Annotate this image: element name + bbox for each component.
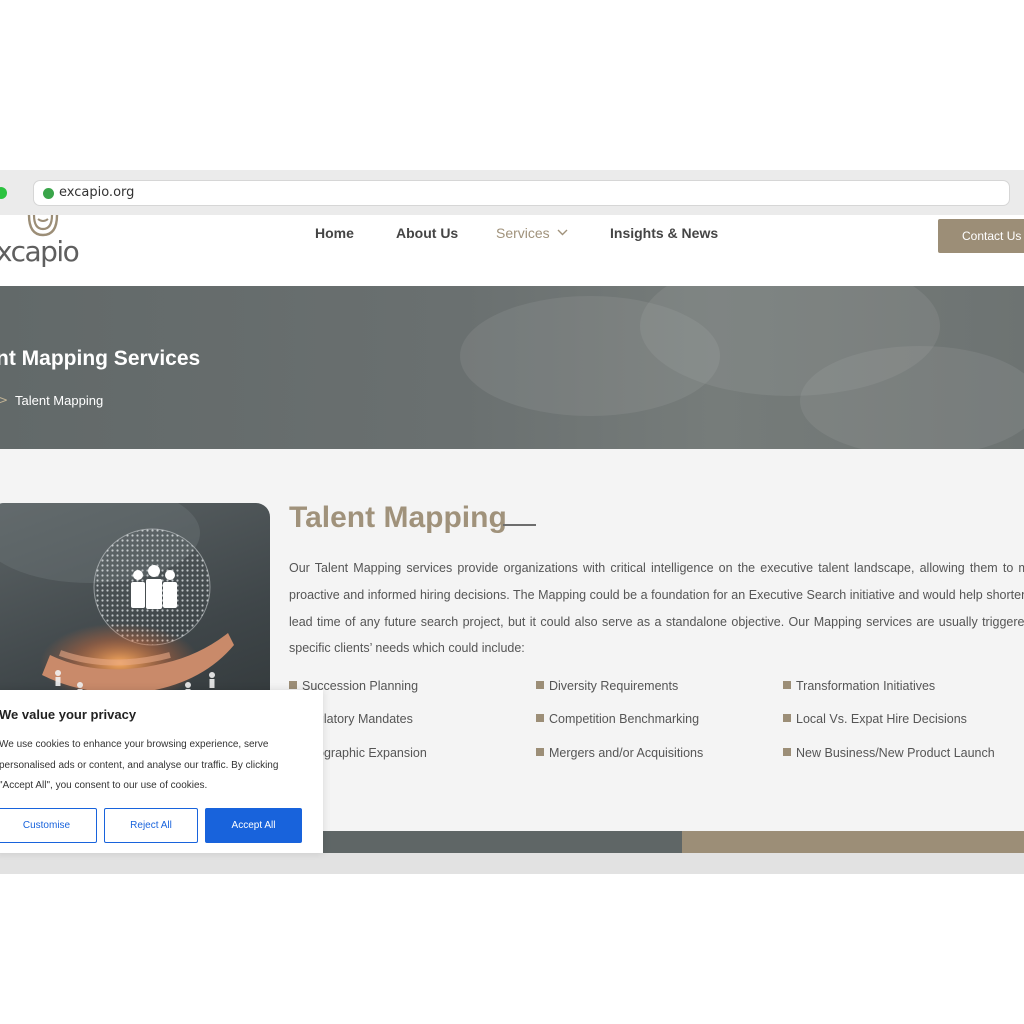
customise-button[interactable]: Customise <box>0 808 97 843</box>
main-nav: Home About Us Services Insights & News <box>0 225 1024 249</box>
cookie-consent-banner: We value your privacy We use cookies to … <box>0 690 323 853</box>
window-maximize-icon[interactable] <box>0 187 7 199</box>
browser-window: excapio.org xcapio Home About Us Service… <box>0 170 1024 874</box>
square-bullet-icon <box>536 748 544 756</box>
footer-band-gold <box>682 831 1024 853</box>
breadcrumb-separator-icon: > <box>0 393 9 407</box>
page-bottom-strip <box>0 853 1024 874</box>
square-bullet-icon <box>289 681 297 689</box>
square-bullet-icon <box>536 714 544 722</box>
square-bullet-icon <box>783 714 791 722</box>
page-hero: nt Mapping Services > Talent Mapping <box>0 286 1024 449</box>
cookie-description: We use cookies to enhance your browsing … <box>0 739 279 791</box>
nav-about-us[interactable]: About Us <box>396 225 458 241</box>
list-item: ographic Expansion <box>317 746 427 760</box>
reject-all-button[interactable]: Reject All <box>104 808 198 843</box>
intro-paragraph: Our Talent Mapping services provide orga… <box>289 561 1024 656</box>
list-item: Local Vs. Expat Hire Decisions <box>783 712 967 726</box>
contact-us-button[interactable]: Contact Us <box>938 219 1024 253</box>
address-url: excapio.org <box>59 185 135 200</box>
list-item: New Business/New Product Launch <box>783 746 995 760</box>
breadcrumb-current: Talent Mapping <box>15 393 104 408</box>
page-title: nt Mapping Services <box>0 347 201 370</box>
nav-services-label: Services <box>496 225 550 241</box>
list-item: Diversity Requirements <box>536 679 678 693</box>
square-bullet-icon <box>783 681 791 689</box>
square-bullet-icon <box>783 748 791 756</box>
address-bar[interactable]: excapio.org <box>33 180 1010 206</box>
chevron-down-icon <box>557 229 568 236</box>
accept-all-button[interactable]: Accept All <box>205 808 302 843</box>
secure-site-icon <box>43 188 54 199</box>
list-item: gulatory Mandates <box>310 712 413 726</box>
nav-insights-news[interactable]: Insights & News <box>610 225 718 241</box>
cookie-title: We value your privacy <box>0 707 137 722</box>
list-item: Competition Benchmarking <box>536 712 699 726</box>
square-bullet-icon <box>536 681 544 689</box>
list-item: Mergers and/or Acquisitions <box>536 746 703 760</box>
nav-services[interactable]: Services <box>496 225 568 241</box>
browser-toolbar: excapio.org <box>0 170 1024 215</box>
nav-home[interactable]: Home <box>315 225 354 241</box>
site-header: xcapio Home About Us Services Insights &… <box>0 214 1024 286</box>
section-title: Talent Mapping <box>289 501 507 534</box>
list-item: Transformation Initiatives <box>783 679 935 693</box>
title-divider <box>503 524 536 526</box>
